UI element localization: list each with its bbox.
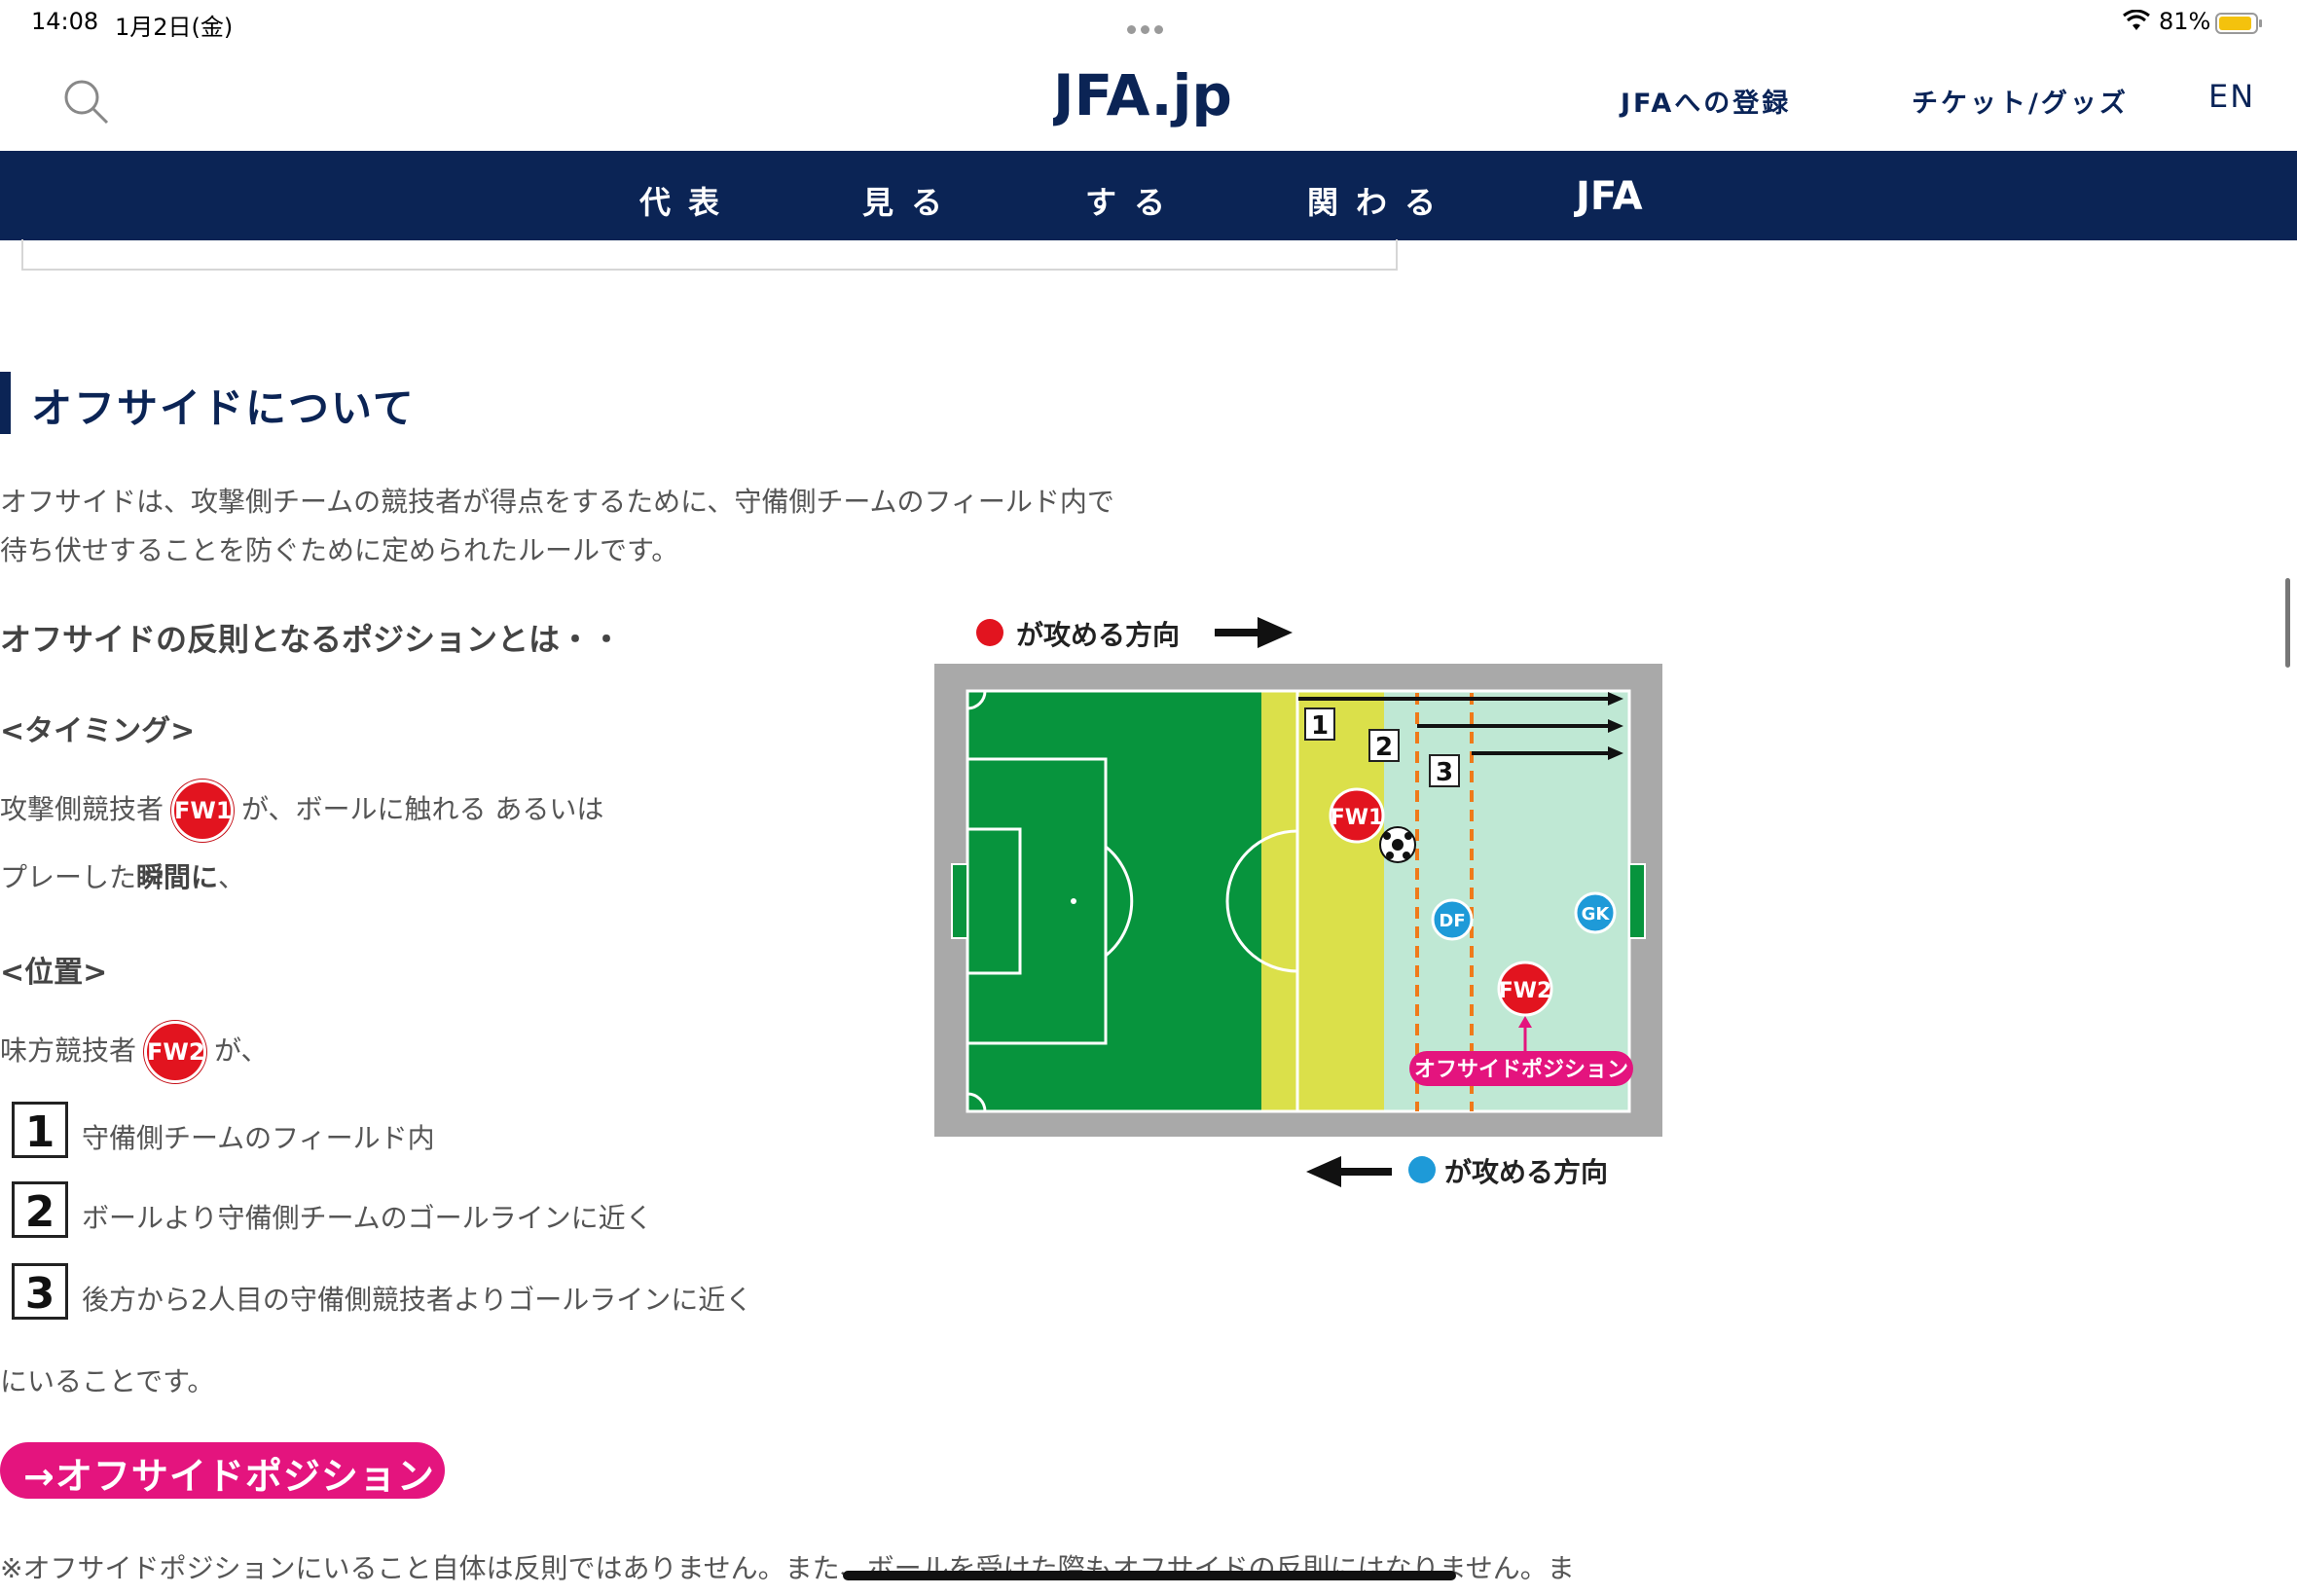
position-heading: <位置> <box>0 956 108 990</box>
status-date: 1月2日(金) <box>115 14 234 41</box>
condition-1-number: 1 <box>12 1102 68 1158</box>
right-goal <box>1628 863 1646 939</box>
df-player-label: DF <box>1439 911 1465 931</box>
note-text: ※オフサイドポジションにいること自体は反則ではありません。また、ボールを受けた際… <box>0 1552 1575 1584</box>
timing-line-2: プレーした瞬間に、 <box>0 856 245 895</box>
ball-icon <box>1379 826 1416 863</box>
gk-player-label: GK <box>1582 904 1611 925</box>
offside-position-tag-label: オフサイドポジション <box>1414 1057 1628 1082</box>
marker-2: 2 <box>1375 733 1393 762</box>
nav-item-involve[interactable]: 関わる <box>1307 178 1453 223</box>
timing-sentence: 攻撃側競技者 FW1 が、ボールに触れる あるいは <box>0 779 603 842</box>
red-direction-label: が攻める方向 <box>1016 619 1180 651</box>
status-time: 14:08 <box>31 8 99 35</box>
fw1-player-label: FW1 <box>1331 806 1384 830</box>
intro-line-2: 待ち伏せすることを防ぐために定められたルールです。 <box>0 534 679 566</box>
condition-3-text: 後方から2人目の守備側競技者よりゴールラインに近く <box>82 1284 753 1316</box>
intro-line-1: オフサイドは、攻撃側チームの競技者が得点をするために、守備側チームのフィールド内… <box>0 486 1114 518</box>
nav-item-play[interactable]: する <box>1085 178 1183 223</box>
timing-line2-a: プレーした <box>0 861 137 893</box>
nav-ticket-link[interactable]: チケット/グッズ <box>1912 82 2129 120</box>
condition-1-text: 守備側チームのフィールド内 <box>82 1122 435 1154</box>
blue-direction-label: が攻める方向 <box>1444 1156 1608 1188</box>
blue-team-dot <box>1408 1156 1436 1183</box>
logo-text: JFA.jp <box>1053 62 1232 128</box>
heading-accent-bar <box>0 372 11 434</box>
left-arrow-icon <box>1306 1156 1392 1187</box>
position-prefix: 味方競技者 <box>0 1034 137 1067</box>
timing-prefix: 攻撃側競技者 <box>0 793 164 825</box>
marker-1: 1 <box>1311 711 1329 741</box>
timing-line2-moment: 瞬間に <box>136 861 219 893</box>
wifi-icon <box>2123 10 2150 30</box>
defending-zone <box>1261 691 1384 1111</box>
fw2-badge: FW2 <box>144 1021 207 1083</box>
main-navigation: 代表 見る する 関わる JFA <box>0 151 2297 240</box>
previous-content-box <box>21 239 1398 271</box>
position-suffix: が、 <box>214 1034 269 1067</box>
conclusion-text: にいることです。 <box>0 1365 215 1397</box>
language-en-link[interactable]: EN <box>2208 78 2255 115</box>
red-team-dot <box>976 619 1003 646</box>
fw2-player-label: FW2 <box>1499 979 1552 1003</box>
attacking-half <box>967 691 1261 1111</box>
jfa-logo[interactable]: JFA.jp <box>1053 60 1248 138</box>
offside-position-subheading: オフサイドの反則となるポジションとは・・ <box>0 621 623 658</box>
timing-heading: <タイミング> <box>0 714 196 748</box>
condition-2-text: ボールより守備側チームのゴールラインに近く <box>82 1202 653 1234</box>
marker-3: 3 <box>1436 758 1453 787</box>
nav-item-jfa[interactable]: JFA <box>1574 170 1661 219</box>
position-sentence: 味方競技者 FW2 が、 <box>0 1020 268 1083</box>
scroll-indicator[interactable] <box>2285 578 2290 668</box>
offside-position-banner-label: →オフサイドポジション <box>23 1455 435 1498</box>
right-arrow-icon <box>1215 617 1293 648</box>
search-icon[interactable] <box>60 76 111 127</box>
left-goal <box>951 863 968 939</box>
nav-jfa-text: JFA <box>1574 174 1643 219</box>
timing-line2-c: 、 <box>218 861 246 893</box>
section-title: オフサイドについて <box>31 384 416 432</box>
nav-item-watch[interactable]: 見る <box>862 178 960 223</box>
home-indicator[interactable] <box>843 1571 1456 1580</box>
nav-item-national-team[interactable]: 代表 <box>639 178 737 223</box>
battery-icon <box>2215 13 2262 34</box>
penalty-spot <box>1071 898 1076 904</box>
offside-diagram: が攻める方向 1 2 3 FW1 DF GK FW2 オフサイドポジション が攻… <box>934 617 1662 1188</box>
condition-3-number: 3 <box>12 1263 68 1320</box>
multitasking-dots-icon[interactable] <box>1127 19 1172 34</box>
battery-percentage: 81% <box>2159 8 2211 35</box>
nav-register-link[interactable]: JFAへの登録 <box>1621 82 1791 120</box>
timing-suffix: が、ボールに触れる あるいは <box>241 793 604 825</box>
condition-2-number: 2 <box>12 1181 68 1238</box>
fw1-badge: FW1 <box>171 780 235 842</box>
